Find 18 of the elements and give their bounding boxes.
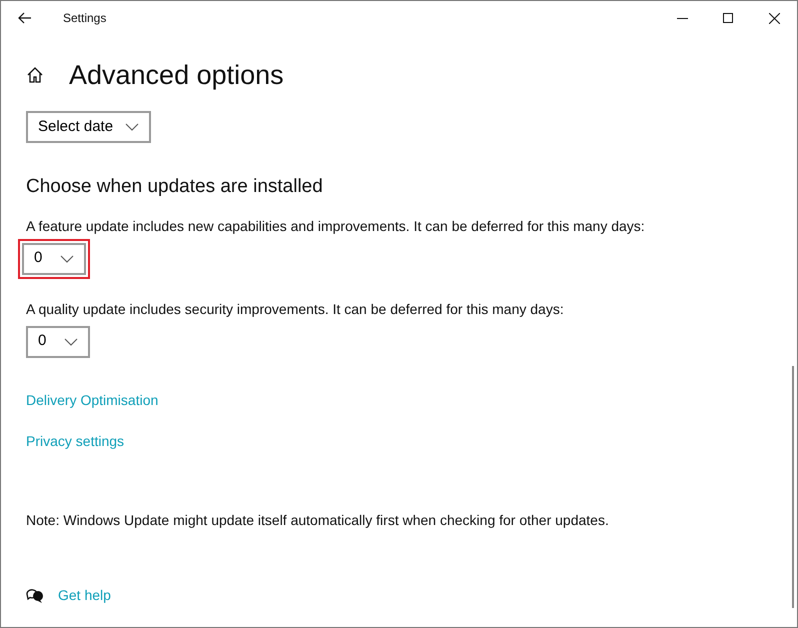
back-arrow-icon (18, 12, 32, 24)
help-chat-icon (26, 587, 44, 603)
scrollbar[interactable] (792, 366, 794, 608)
close-icon (768, 12, 780, 24)
deferral-label: A quality update includes security improvements. It can be deferred for this many days: (26, 300, 565, 319)
home-icon[interactable] (26, 66, 44, 84)
section-title: Choose when updates are installed (26, 175, 324, 199)
dropdown[interactable]: 0 (26, 326, 90, 358)
dropdown[interactable]: Select date (26, 111, 152, 143)
chevron-down-icon (60, 254, 74, 262)
window-title: Settings (63, 10, 106, 27)
dropdown[interactable]: 0 (22, 242, 86, 274)
maximize-icon (723, 13, 733, 23)
deferral-label: A feature update includes new capabilities and improvements. It can be deferred for this many days: (26, 216, 646, 236)
page-title: Advanced options (69, 62, 284, 88)
chevron-down-icon (64, 338, 78, 346)
note-text: Note: Windows Update might update itself automatically first when checking for other updates. (26, 510, 610, 530)
chevron-down-icon (125, 123, 140, 131)
